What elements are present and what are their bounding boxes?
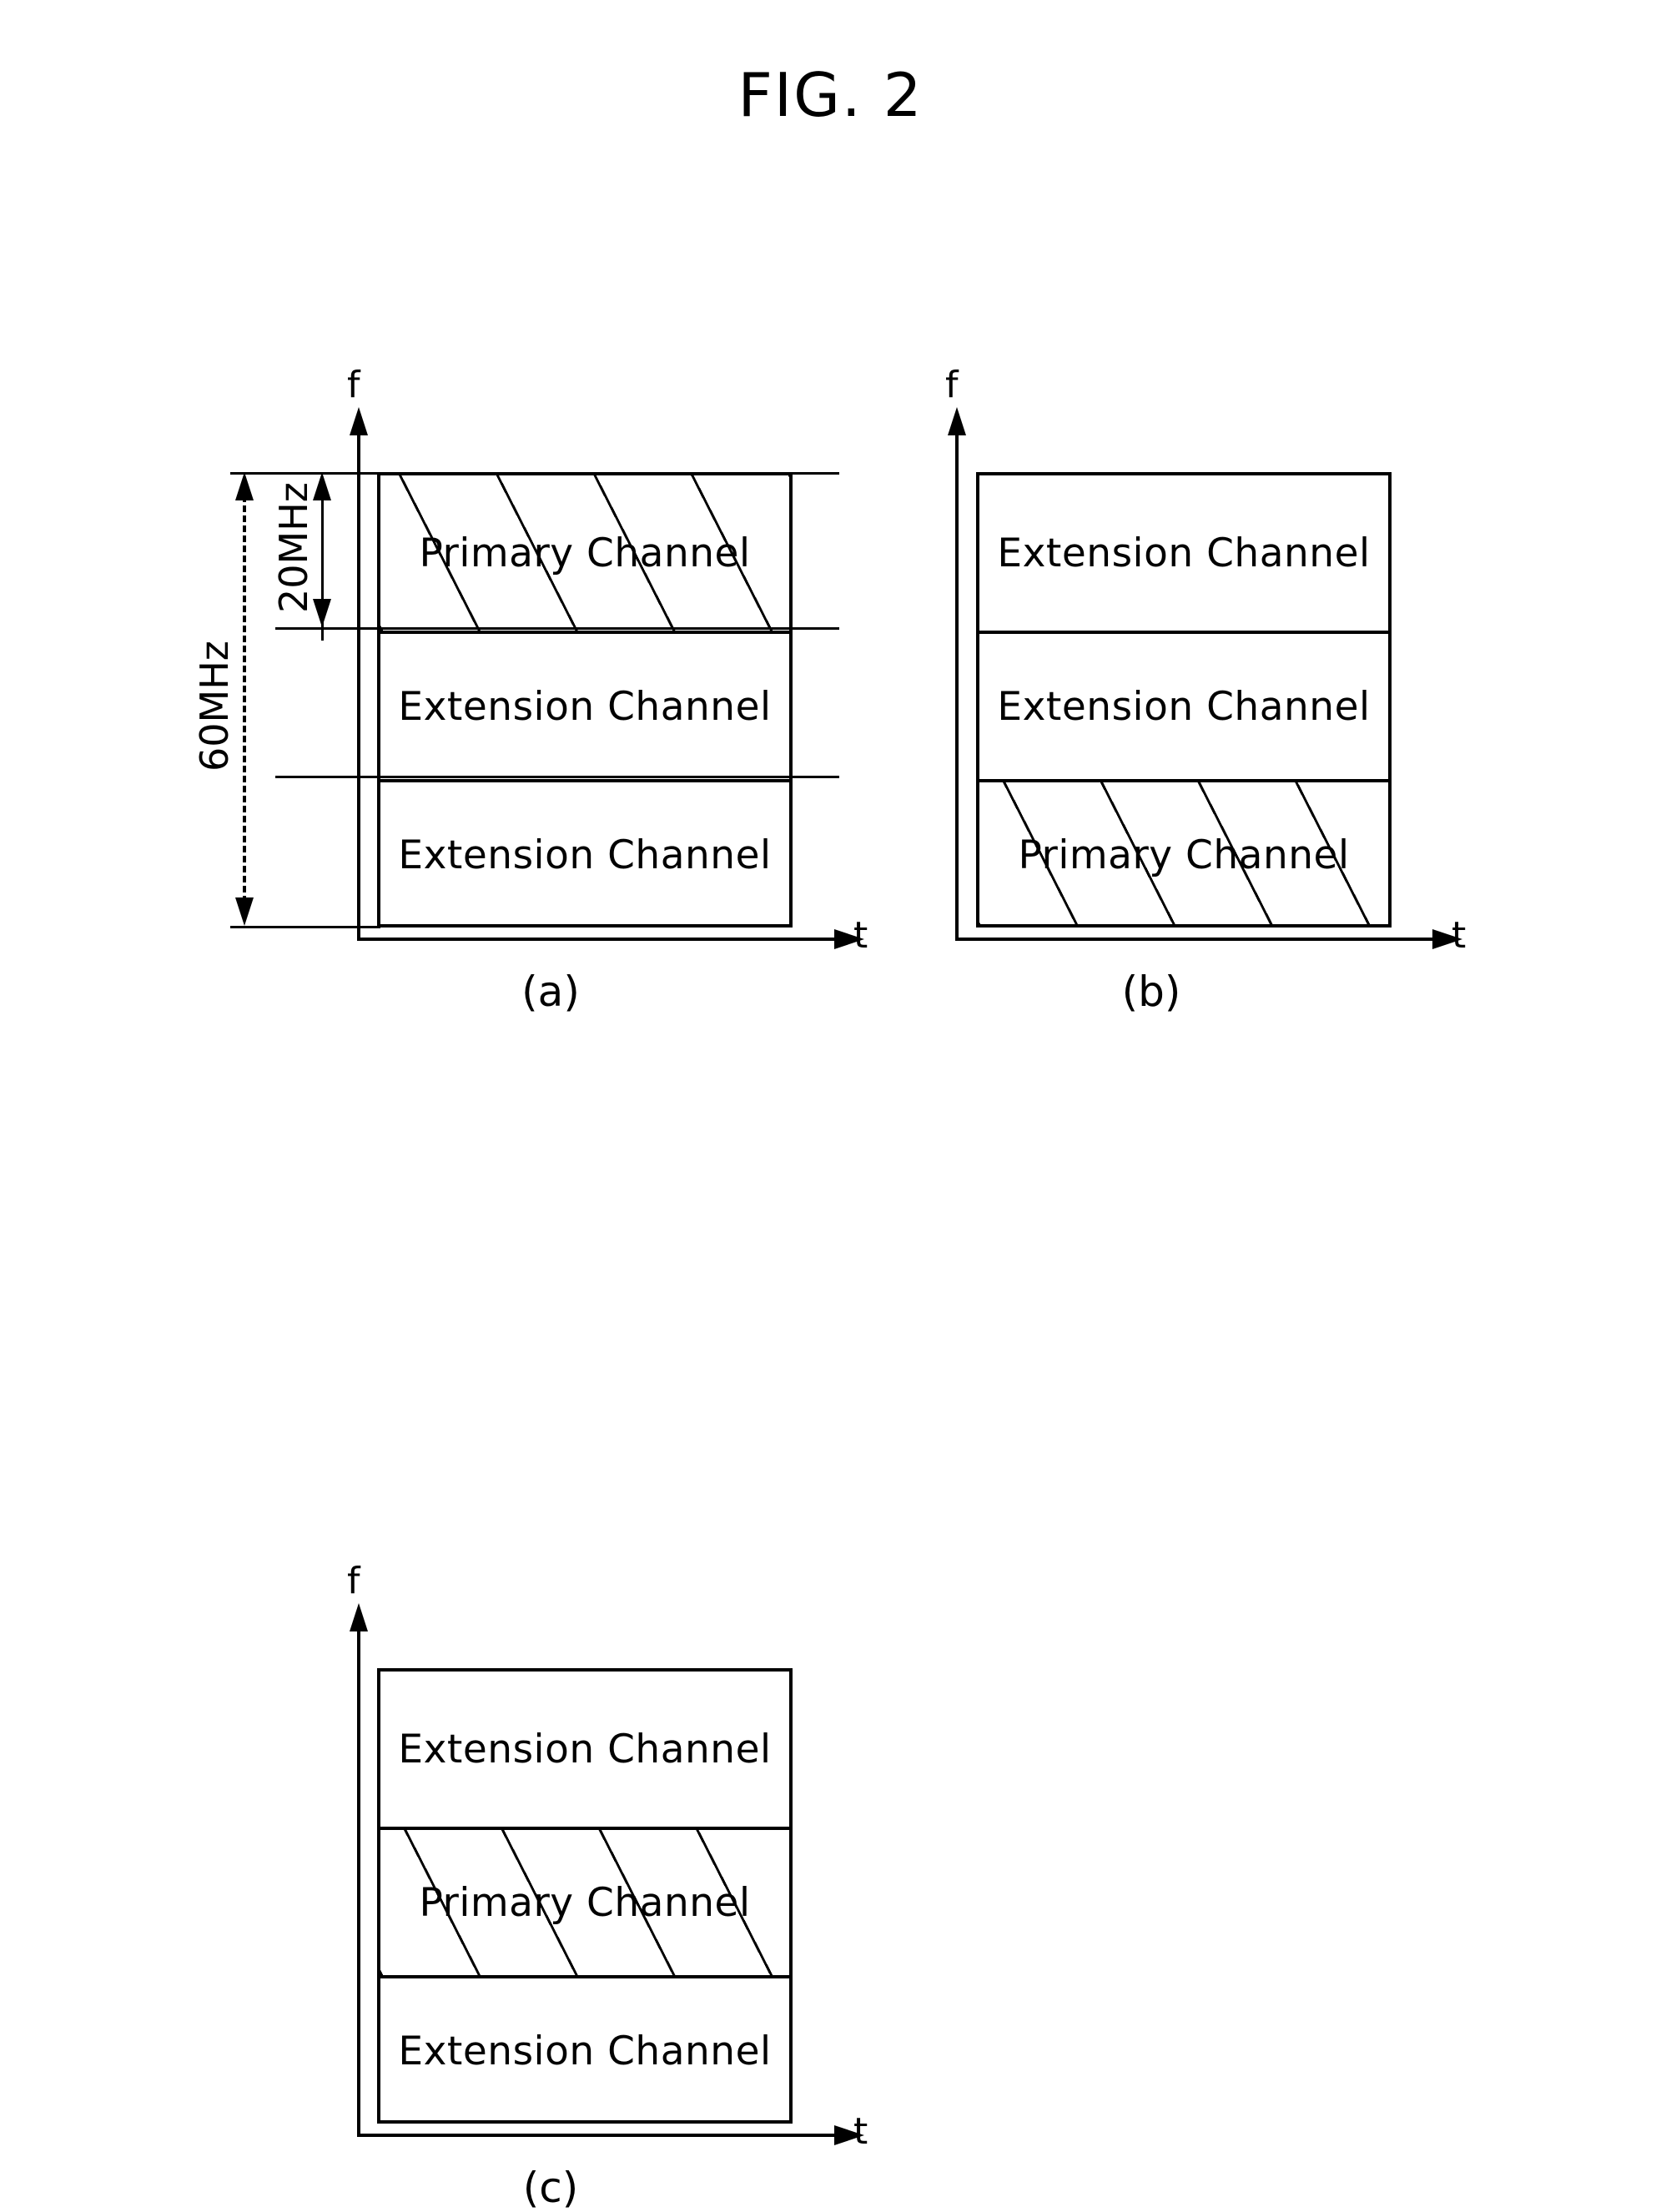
panel-a-f-axis-label: f [347, 364, 360, 406]
panel-c-f-axis-arrowhead [350, 1603, 368, 1631]
panel-b-channel-label-0: Extension Channel [997, 530, 1371, 576]
panel-b-t-axis-label: t [1452, 914, 1467, 957]
panel-b-f-axis-arrowhead [948, 407, 966, 435]
panel-b-channel-label-2: Primary Channel [1018, 832, 1350, 878]
panel-b-f-axis-label: f [945, 364, 959, 406]
panel-a-channel-row-0: Primary Channel [380, 475, 789, 631]
panel-c-channel-label-0: Extension Channel [398, 1726, 772, 1772]
panel-c-f-axis [357, 1628, 360, 2137]
panel-a-f-axis-arrowhead [350, 407, 368, 435]
panel-c-channel-row-0: Extension Channel [380, 1672, 789, 1827]
panel-b-channel-label-1: Extension Channel [997, 683, 1371, 730]
panel-c-channel-row-2: Extension Channel [380, 1975, 789, 2124]
panel-b-channel-row-2: Primary Channel [979, 779, 1388, 928]
panel-c-channel-label-1: Primary Channel [419, 1879, 751, 1926]
panel-b: f t Extension Channel Extension Channel … [834, 0, 1661, 1026]
panel-b-caption: (b) [1121, 968, 1181, 1016]
panel-c-t-axis-label: t [853, 2110, 868, 2153]
panel-a-channel-stack: Primary Channel Extension Channel Extens… [377, 472, 793, 928]
panel-c-caption: (c) [522, 2164, 579, 2212]
panel-a-channel-label-1: Extension Channel [398, 683, 772, 730]
panel-c-channel-row-1: Primary Channel [380, 1827, 789, 1975]
panel-b-channel-stack: Extension Channel Extension Channel Prim… [976, 472, 1392, 928]
panel-a-60mhz-arrow-up [235, 472, 254, 500]
panel-c: f t Extension Channel Primary Channel Ex… [0, 717, 884, 2212]
panel-a-20mhz-label: 20MHz [271, 482, 316, 613]
panel-c-channel-label-2: Extension Channel [398, 2028, 772, 2074]
panel-c-channel-stack: Extension Channel Primary Channel Extens… [377, 1668, 793, 2124]
panel-a-channel-label-0: Primary Channel [419, 530, 751, 576]
panel-b-channel-row-1: Extension Channel [979, 631, 1388, 779]
panel-b-channel-row-0: Extension Channel [979, 475, 1388, 631]
panel-c-t-axis [357, 2134, 841, 2137]
panel-a-channel-label-2: Extension Channel [398, 832, 772, 878]
panel-c-f-axis-label: f [347, 1560, 360, 1602]
panel-b-f-axis [955, 432, 959, 941]
panel-b-t-axis [955, 938, 1439, 941]
